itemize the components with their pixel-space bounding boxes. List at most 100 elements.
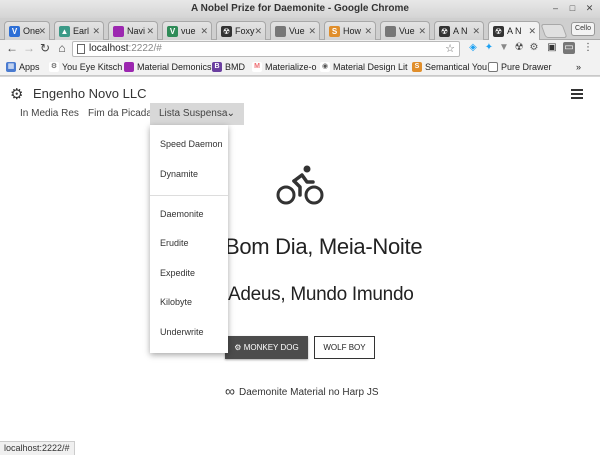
twitter-icon[interactable]: ✦ xyxy=(483,42,495,54)
tab-8[interactable]: ☢ A N ✕ xyxy=(434,21,484,40)
profile-button[interactable]: Cello xyxy=(571,22,595,36)
monkey-dog-button[interactable]: ⚙ MONKEY DOG xyxy=(225,336,308,359)
menu-item-expedite[interactable]: Expedite xyxy=(150,259,228,288)
bookmark-pure-drawer[interactable]: Pure Drawer xyxy=(488,61,552,73)
chrome-menu-icon[interactable]: ⋮ xyxy=(582,42,594,54)
b-favicon-icon: B xyxy=(212,62,222,72)
bookmark-you-eye-kitsch[interactable]: ⚙ You Eye Kitsch xyxy=(49,61,122,73)
menu-item-erudite[interactable]: Erudite xyxy=(150,229,228,258)
gear-icon: ⚙ xyxy=(49,62,59,72)
hazard-favicon-icon: ☢ xyxy=(439,26,450,37)
address-host: localhost xyxy=(89,43,129,54)
tab-close-icon[interactable]: ✕ xyxy=(254,22,262,40)
address-bar[interactable]: localhost:2222/# ☆ xyxy=(72,41,460,57)
bookmark-label: Material Design Lit xyxy=(333,62,408,72)
menu-item-underwrite[interactable]: Underwrite xyxy=(150,318,228,347)
hazard-favicon-icon: ☢ xyxy=(221,26,232,37)
tab-label: Earl xyxy=(73,26,90,36)
back-arrow-icon[interactable]: ← xyxy=(5,41,19,55)
footer-credit: ∞ Daemonite Material no Harp JS xyxy=(225,383,379,399)
browser-toolbar: ← → ↻ ⌂ localhost:2222/# ☆ ◈ ✦ ▼ ☢ ⚙ ▣ ▭… xyxy=(0,40,600,58)
tab-3[interactable]: V vue ✕ xyxy=(162,21,212,40)
chevron-down-icon: ⌄ xyxy=(226,108,235,119)
bookmark-material-demonics[interactable]: Material Demonics xyxy=(124,61,212,73)
reload-icon[interactable]: ↻ xyxy=(38,41,52,55)
tab-close-icon[interactable]: ✕ xyxy=(146,22,154,40)
bookmark-semantical-you[interactable]: S Semantical You xyxy=(412,61,487,73)
gear-extension-icon[interactable]: ⚙ xyxy=(528,42,540,54)
bookmark-apps[interactable]: ▦ Apps xyxy=(6,61,40,73)
nav-link-fim-da-picada[interactable]: Fim da Picada xyxy=(88,103,152,125)
bookmark-label: You Eye Kitsch xyxy=(62,62,123,72)
button-label: MONKEY DOG xyxy=(243,343,299,352)
vue-devtools-icon[interactable]: ▼ xyxy=(498,42,510,54)
bookmark-label: BMD xyxy=(225,62,245,72)
tab-5[interactable]: Vue ✕ xyxy=(270,21,320,40)
tab-2[interactable]: Navi ✕ xyxy=(108,21,158,40)
maximize-icon[interactable]: □ xyxy=(566,2,579,15)
square-favicon-icon xyxy=(124,62,134,72)
tab-close-icon[interactable]: ✕ xyxy=(92,22,100,40)
hero-subtitle: Adeus, Mundo Imundo xyxy=(228,284,414,305)
menu-item-daemonite[interactable]: Daemonite xyxy=(150,200,228,229)
tab-7[interactable]: Vue ✕ xyxy=(380,21,430,40)
tab-close-icon[interactable]: ✕ xyxy=(528,22,536,40)
hazard-extension-icon[interactable]: ☢ xyxy=(513,42,525,54)
v-favicon-icon: V xyxy=(9,26,20,37)
brand-name[interactable]: Engenho Novo LLC xyxy=(33,86,146,101)
apps-grid-icon: ▦ xyxy=(6,62,16,72)
bookmark-bmd[interactable]: B BMD xyxy=(212,61,245,73)
tab-close-icon[interactable]: ✕ xyxy=(418,22,426,40)
minimize-icon[interactable]: – xyxy=(549,2,562,15)
stackoverflow-favicon-icon: S xyxy=(329,26,340,37)
menu-item-kilobyte[interactable]: Kilobyte xyxy=(150,288,228,317)
menu-item-dynamite[interactable]: Dynamite xyxy=(150,160,228,189)
tab-close-icon[interactable]: ✕ xyxy=(308,22,316,40)
bookmarks-overflow-button[interactable]: » xyxy=(576,61,581,73)
tab-0[interactable]: V One ✕ xyxy=(4,21,50,40)
tab-label: Navi xyxy=(127,26,146,36)
hamburger-menu-icon[interactable] xyxy=(571,89,583,99)
tab-close-icon[interactable]: ✕ xyxy=(38,22,46,40)
menu-divider xyxy=(150,195,228,196)
menu-item-speed-daemon[interactable]: Speed Daemon xyxy=(150,130,228,159)
bookmark-materialize[interactable]: M Materialize-o xyxy=(252,61,317,73)
doc-favicon-icon xyxy=(385,26,396,37)
tab-6[interactable]: S How ✕ xyxy=(324,21,376,40)
tab-label: Vue xyxy=(399,26,415,36)
tab-label: Foxy xyxy=(235,26,255,36)
gears-icon: ⚙ xyxy=(234,343,242,352)
bookmark-material-design-lite[interactable]: ◉ Material Design Lit xyxy=(320,61,408,73)
v-favicon-icon: V xyxy=(167,26,178,37)
nav-dropdown-toggle[interactable]: Lista Suspensa ⌄ xyxy=(150,103,244,125)
cast-icon[interactable]: ▭ xyxy=(563,42,575,54)
tab-active[interactable]: ☢ A N ✕ xyxy=(488,21,540,41)
square-favicon-icon xyxy=(113,26,124,37)
tab-label: vue xyxy=(181,26,196,36)
doc-favicon-icon xyxy=(488,62,498,72)
tab-1[interactable]: ▲ Earl ✕ xyxy=(54,21,104,40)
doc-favicon-icon xyxy=(275,26,286,37)
tab-close-icon[interactable]: ✕ xyxy=(472,22,480,40)
tab-4[interactable]: ☢ Foxy ✕ xyxy=(216,21,266,40)
close-icon[interactable]: ✕ xyxy=(583,2,596,15)
nav-link-in-media-res[interactable]: In Media Res xyxy=(20,103,79,125)
tab-close-icon[interactable]: ✕ xyxy=(200,22,208,40)
s-favicon-icon: S xyxy=(412,62,422,72)
wolf-boy-button[interactable]: WOLF BOY xyxy=(314,336,375,359)
infinity-icon: ∞ xyxy=(225,383,235,399)
extension-shield-icon[interactable]: ◈ xyxy=(467,42,479,54)
tab-close-icon[interactable]: ✕ xyxy=(364,22,372,40)
address-path: :2222/# xyxy=(128,43,162,54)
page-info-icon[interactable] xyxy=(77,44,85,54)
forward-arrow-icon[interactable]: → xyxy=(22,41,36,55)
bookmark-label: Apps xyxy=(19,62,40,72)
dropdown-label: Lista Suspensa xyxy=(159,108,228,119)
tab-label: A N xyxy=(453,26,468,36)
new-tab-button[interactable] xyxy=(540,24,568,38)
extension-grid-icon[interactable]: ▣ xyxy=(546,42,558,54)
tab-label: A N xyxy=(507,26,522,36)
window-titlebar: A Nobel Prize for Daemonite - Google Chr… xyxy=(0,0,600,18)
bookmark-star-icon[interactable]: ☆ xyxy=(445,42,455,56)
home-icon[interactable]: ⌂ xyxy=(55,41,69,55)
